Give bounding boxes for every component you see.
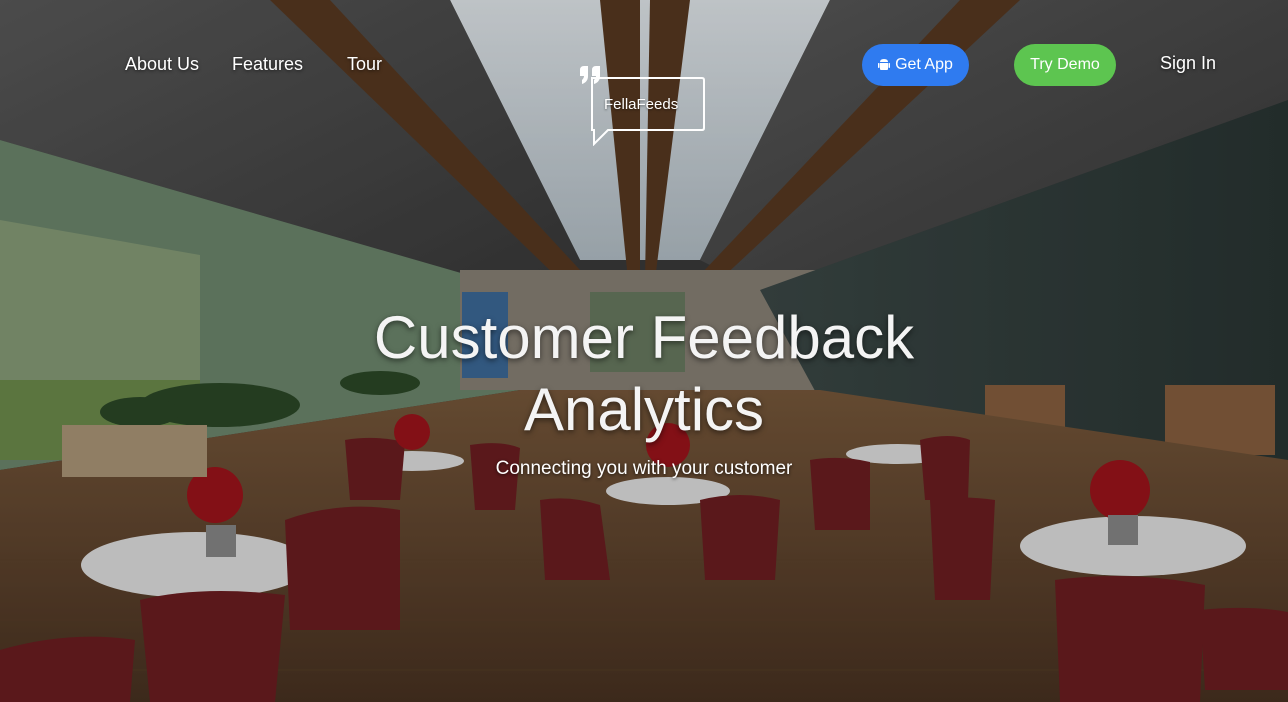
hero-title: Customer Feedback Analytics: [373, 304, 915, 443]
try-demo-button[interactable]: Try Demo: [1014, 44, 1116, 86]
try-demo-label: Try Demo: [1030, 56, 1100, 73]
hero-subtitle: Connecting you with your customer: [495, 458, 793, 479]
get-app-label: Get App: [895, 56, 953, 73]
logo-text: FellaFeeds: [604, 96, 679, 113]
nav-tour[interactable]: Tour: [347, 54, 382, 75]
android-icon: [878, 59, 891, 70]
nav-features[interactable]: Features: [232, 54, 303, 75]
get-app-button[interactable]: Get App: [862, 44, 969, 86]
nav-about-us[interactable]: About Us: [125, 54, 199, 75]
sign-in-link[interactable]: Sign In: [1160, 53, 1216, 74]
